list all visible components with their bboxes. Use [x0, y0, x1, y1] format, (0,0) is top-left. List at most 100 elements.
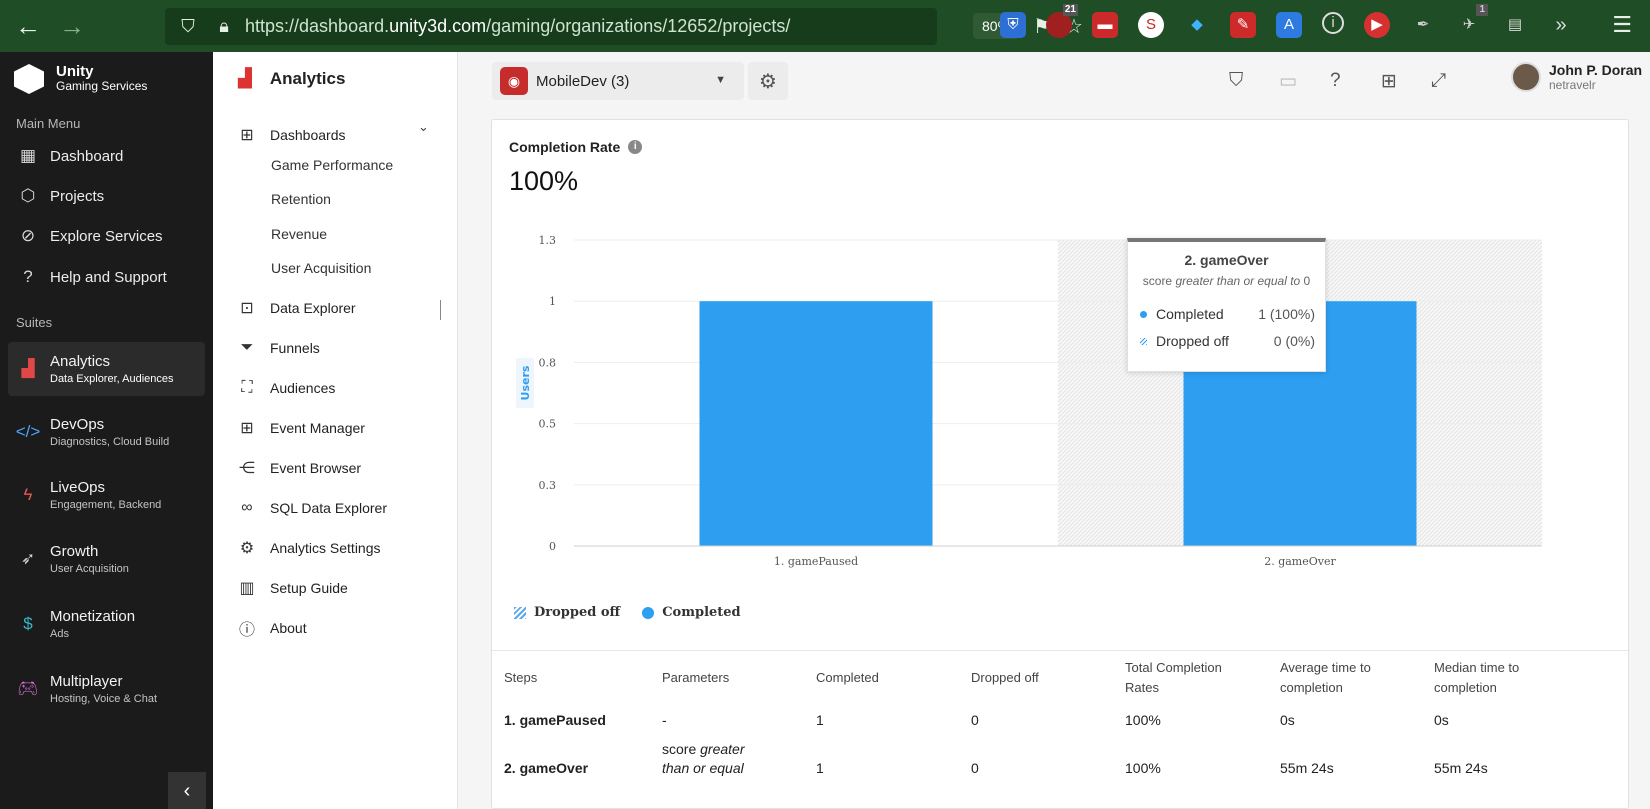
tag-extension-icon[interactable]: ✈ 1: [1456, 4, 1488, 38]
x-tick-label: 1. gamePaused: [774, 555, 858, 568]
unity-logo[interactable]: Unity Gaming Services: [14, 64, 147, 94]
chevron-down-icon[interactable]: ⌄: [418, 119, 429, 135]
sidebar-item-help[interactable]: ? Help and Support: [0, 257, 213, 297]
subnav-item-label: SQL Data Explorer: [270, 500, 387, 516]
youtube-extension-icon[interactable]: ▶: [1364, 12, 1390, 38]
subnav-item-label: Event Manager: [270, 420, 365, 436]
reader-view-icon[interactable]: ▤: [1502, 12, 1528, 38]
address-bar[interactable]: ⛉ 🔒︎ https://dashboard.unity3d.com/gamin…: [165, 8, 1083, 45]
table-header-parameters[interactable]: Parameters: [662, 658, 729, 698]
subnav-item-sql-data-explorer[interactable]: ∞ SQL Data Explorer: [238, 495, 387, 521]
table-header-dropped-off[interactable]: Dropped off: [971, 658, 1039, 698]
bar-completed: [699, 301, 933, 546]
subnav-child-retention[interactable]: Retention: [271, 191, 331, 207]
table-cell-avg: 55m 24s: [1280, 760, 1334, 776]
table-header-total-completion-rates[interactable]: Total Completion Rates: [1125, 658, 1255, 698]
suites-heading: Suites: [16, 315, 53, 330]
rocket-icon: ➶: [20, 549, 36, 568]
bitwarden-icon[interactable]: ⛨: [1000, 12, 1026, 38]
subnav-item-funnels[interactable]: ⏷ Funnels: [238, 335, 320, 361]
sidebar-item-dashboard[interactable]: ▦ Dashboard: [0, 136, 213, 176]
binoculars-icon: ∞: [241, 499, 253, 516]
sidebar-item-label: Dashboard: [50, 147, 124, 165]
audience-icon: ⛶: [241, 379, 253, 396]
table-header-steps[interactable]: Steps: [504, 658, 537, 698]
app-grid-icon[interactable]: ⊞: [1381, 70, 1397, 93]
subnav-item-label: Data Explorer: [270, 300, 356, 316]
suite-liveops[interactable]: ϟ LiveOps Engagement, Backend: [8, 468, 205, 522]
eyedropper-extension-icon[interactable]: ✒: [1410, 12, 1436, 38]
tooltip-row-completed: Completed 1 (100%): [1140, 306, 1315, 322]
subnav-item-setup-guide[interactable]: ▥ Setup Guide: [238, 575, 347, 601]
subnav-child-user-acquisition[interactable]: User Acquisition: [271, 260, 371, 276]
sidebar-item-explore-services[interactable]: ⊘ Explore Services: [0, 216, 213, 256]
table-cell-step: 2. gameOver: [504, 760, 589, 776]
legend-completed[interactable]: Completed: [662, 605, 740, 620]
funnel-icon: ⏷: [240, 339, 254, 356]
suite-analytics[interactable]: ▟ Analytics Data Explorer, Audiences: [8, 342, 205, 396]
y-tick-label: 0.8: [539, 356, 557, 369]
ublock-icon[interactable]: 21: [1046, 4, 1078, 38]
table-header-completed[interactable]: Completed: [816, 658, 879, 698]
subnav-child-game-performance[interactable]: Game Performance: [271, 157, 393, 173]
subnav-item-data-explorer[interactable]: ⊡ Data Explorer: [238, 295, 356, 321]
y-tick-label: 0.5: [539, 418, 557, 431]
scrollbar-thumb[interactable]: [440, 300, 441, 320]
subnav-child-revenue[interactable]: Revenue: [271, 226, 327, 242]
subnav-item-label: Audiences: [270, 380, 336, 396]
subnav-title: ▟ Analytics: [238, 68, 345, 89]
suite-growth[interactable]: ➶ Growth User Acquisition: [8, 532, 205, 586]
project-settings-gear-icon[interactable]: ⚙: [748, 62, 788, 100]
table-cell-dropped: 0: [971, 760, 979, 776]
back-arrow-icon[interactable]: ←: [12, 10, 44, 42]
subnav-item-audiences[interactable]: ⛶ Audiences: [238, 375, 335, 401]
lock-icon[interactable]: 🔒︎: [211, 14, 237, 40]
suite-monetization[interactable]: $ Monetization Ads: [8, 597, 205, 651]
subnav-item-label: Analytics Settings: [270, 540, 381, 556]
hamburger-menu-icon[interactable]: ☰: [1612, 12, 1632, 38]
table-header-average-time[interactable]: Average time to completion: [1280, 658, 1410, 698]
event-manager-icon: ⊞: [240, 420, 254, 437]
user-menu[interactable]: John P. Doran netravelr: [1511, 62, 1642, 92]
book-icon: ▥: [239, 580, 255, 597]
x-tick-label: 2. gameOver: [1264, 555, 1336, 568]
url-text[interactable]: https://dashboard.unity3d.com/gaming/org…: [245, 16, 800, 37]
suite-multiplayer[interactable]: 🎮︎ Multiplayer Hosting, Voice & Chat: [8, 662, 205, 716]
avatar: [1511, 62, 1541, 92]
shield-icon[interactable]: ⛉: [175, 14, 201, 40]
analytics-icon: ▟: [238, 68, 252, 88]
translate-extension-icon[interactable]: A: [1276, 12, 1302, 38]
subnav-item-label: About: [270, 620, 307, 636]
subnav-item-dashboards[interactable]: ⊞ Dashboards: [238, 122, 345, 148]
shield-check-icon[interactable]: ⛉: [1229, 70, 1243, 92]
project-selector[interactable]: ◉ MobileDev (3) ▼: [492, 62, 744, 100]
sidebar-item-projects[interactable]: ⬡ Projects: [0, 176, 213, 216]
diamond-extension-icon[interactable]: ◆: [1184, 12, 1210, 38]
s-extension-icon[interactable]: S: [1138, 12, 1164, 38]
browser-toolbar: ← → ⛉ 🔒︎ https://dashboard.unity3d.com/g…: [0, 0, 1650, 52]
dot-swatch-icon: [642, 606, 655, 619]
table-header-median-time[interactable]: Median time to completion: [1434, 658, 1564, 698]
suite-devops[interactable]: </> DevOps Diagnostics, Cloud Build: [8, 405, 205, 459]
subnav-item-event-manager[interactable]: ⊞ Event Manager: [238, 415, 365, 441]
question-icon: ⓘ: [238, 622, 255, 639]
help-circle-icon[interactable]: ?: [1330, 70, 1341, 92]
suite-name: Analytics: [50, 353, 111, 370]
collapse-sidebar-chevron-icon[interactable]: ‹: [168, 772, 206, 809]
suite-name: Monetization: [50, 608, 136, 625]
fullscreen-icon[interactable]: ⤢: [1431, 70, 1446, 92]
forward-arrow-icon[interactable]: →: [56, 10, 88, 42]
overflow-chevrons-icon[interactable]: »: [1548, 12, 1574, 38]
info-extension-icon[interactable]: i: [1322, 12, 1344, 34]
caret-down-icon: ▼: [715, 74, 726, 86]
notes-icon[interactable]: ▭: [1279, 70, 1297, 93]
wand-extension-icon[interactable]: ✎: [1230, 12, 1256, 38]
subnav-item-analytics-settings[interactable]: ⚙ Analytics Settings: [238, 535, 381, 561]
flag-extension-icon[interactable]: ▬: [1092, 12, 1118, 38]
share-icon: ⋲: [239, 460, 255, 477]
subnav-item-event-browser[interactable]: ⋲ Event Browser: [238, 455, 361, 481]
subnav-item-about[interactable]: ⓘ About: [238, 615, 307, 641]
info-icon[interactable]: i: [628, 140, 643, 154]
suite-subtitle: User Acquisition: [50, 563, 129, 575]
legend-dropped-off[interactable]: Dropped off: [534, 605, 620, 620]
